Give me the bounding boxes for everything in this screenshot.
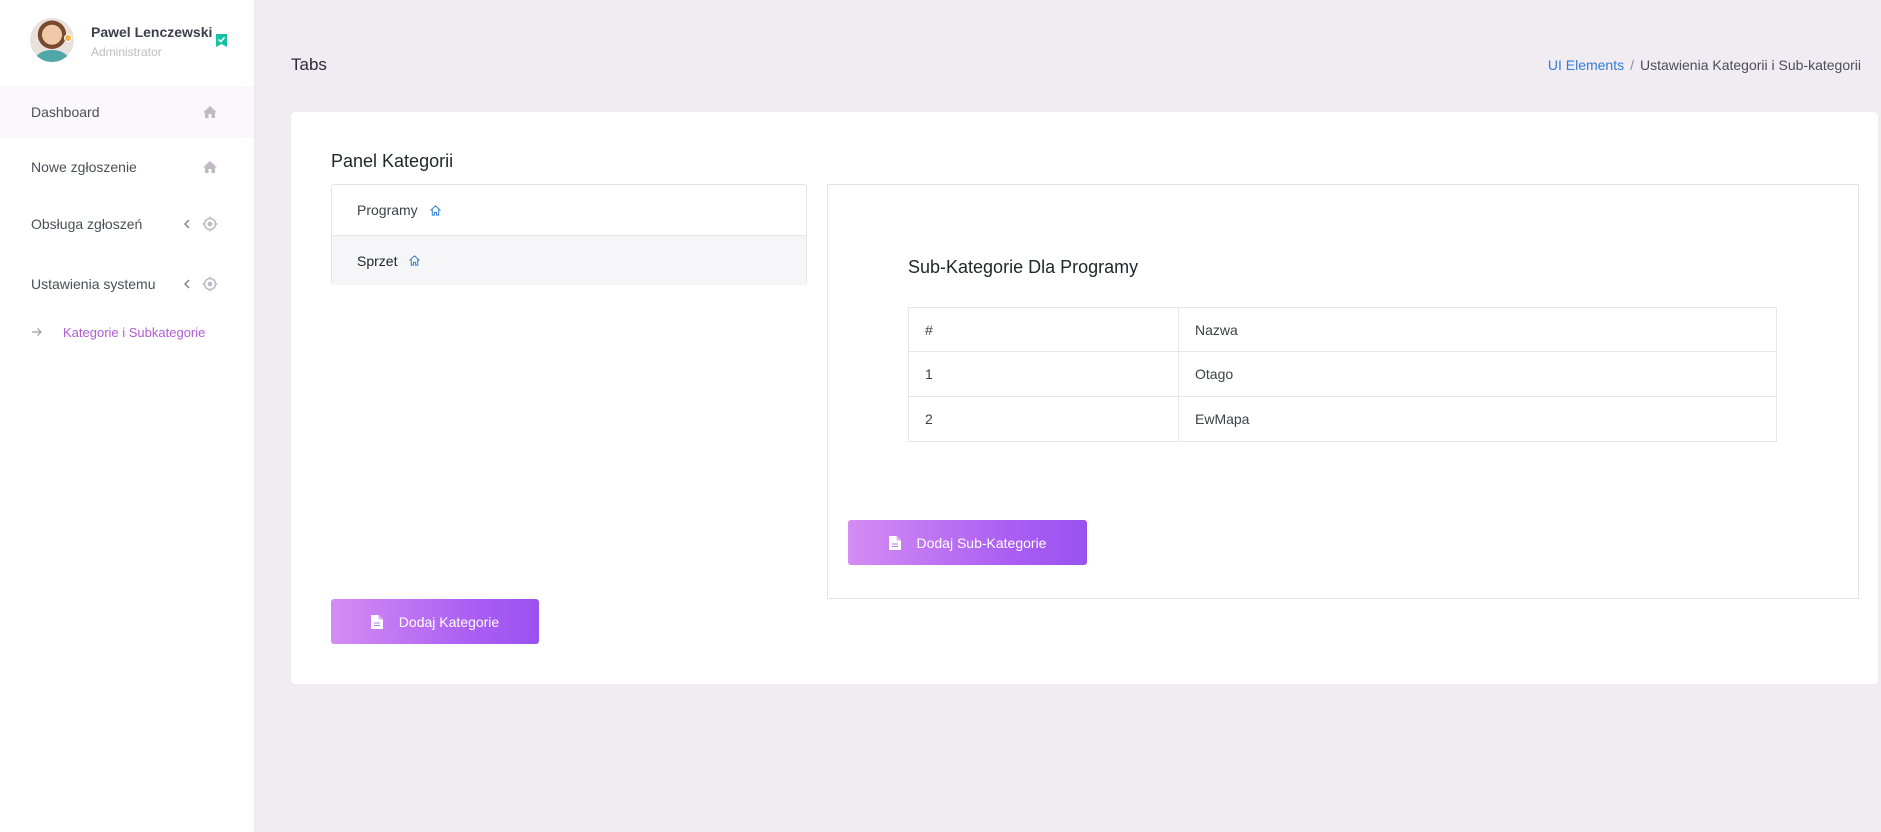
- table-row[interactable]: 1 Otago: [908, 351, 1777, 397]
- home-icon: [203, 161, 217, 173]
- sidebar-item-label: Ustawienia systemu: [31, 276, 156, 292]
- subcategory-panel: Sub-Kategorie Dla Programy # Nazwa 1 Ota…: [827, 184, 1859, 599]
- target-icon: [202, 216, 218, 232]
- category-item-sprzet[interactable]: Sprzet: [332, 235, 806, 285]
- home-outline-icon: [429, 204, 441, 216]
- add-subcategory-label: Dodaj Sub-Kategorie: [916, 534, 1047, 551]
- add-subcategory-button[interactable]: Dodaj Sub-Kategorie: [848, 520, 1087, 565]
- chevron-left-icon: [184, 219, 190, 229]
- document-icon: [370, 614, 383, 629]
- category-label: Sprzet: [357, 252, 398, 269]
- sidebar-item-label: Obsługa zgłoszeń: [31, 216, 143, 232]
- table-header-cell: Nazwa: [1178, 307, 1777, 352]
- breadcrumb: UI Elements / Ustawienia Kategorii i Sub-k…: [1548, 57, 1861, 73]
- table-cell: EwMapa: [1178, 396, 1777, 442]
- add-category-label: Dodaj Kategorie: [398, 613, 500, 630]
- category-list: Programy Sprzet: [331, 184, 807, 285]
- breadcrumb-link-ui-elements[interactable]: UI Elements: [1548, 57, 1624, 73]
- sidebar-item-ustawienia-systemu[interactable]: Ustawienia systemu: [0, 258, 254, 310]
- sidebar-item-nowe-zgloszenie[interactable]: Nowe zgłoszenie: [0, 141, 254, 193]
- home-icon: [203, 106, 217, 118]
- sidebar-item-label: Nowe zgłoszenie: [31, 159, 137, 175]
- panel-title: Panel Kategorii: [331, 151, 454, 171]
- sidebar: Pawel Lenczewski Administrator Dashboard…: [0, 0, 255, 832]
- avatar: [30, 18, 74, 62]
- breadcrumb-separator: /: [1630, 57, 1634, 73]
- table-cell: 1: [908, 351, 1179, 397]
- table-cell: Otago: [1178, 351, 1777, 397]
- status-dot: [64, 34, 72, 42]
- document-icon: [888, 535, 901, 550]
- category-panel-card: Panel Kategorii Programy Sprzet Dodaj Ka…: [291, 112, 1878, 684]
- category-item-programy[interactable]: Programy: [332, 185, 806, 235]
- table-header-cell: #: [908, 307, 1179, 352]
- table-header-row: # Nazwa: [908, 307, 1777, 352]
- sidebar-subitem-kategorie[interactable]: Kategorie i Subkategorie: [31, 322, 205, 342]
- table-cell: 2: [908, 396, 1179, 442]
- category-label: Programy: [357, 202, 418, 218]
- sidebar-item-label: Dashboard: [31, 104, 100, 120]
- user-profile[interactable]: Pawel Lenczewski Administrator: [30, 18, 230, 66]
- chevron-left-icon: [184, 279, 190, 289]
- profile-role: Administrator: [91, 45, 162, 59]
- add-category-button[interactable]: Dodaj Kategorie: [331, 599, 539, 644]
- profile-name: Pawel Lenczewski: [91, 24, 213, 40]
- home-outline-icon: [409, 255, 421, 266]
- sidebar-item-obsluga-zgloszen[interactable]: Obsługa zgłoszeń: [0, 198, 254, 250]
- table-row[interactable]: 2 EwMapa: [908, 396, 1777, 442]
- subcategory-title: Sub-Kategorie Dla Programy: [908, 257, 1139, 277]
- target-icon: [202, 276, 218, 292]
- arrow-right-icon: [32, 328, 42, 336]
- breadcrumb-current: Ustawienia Kategorii i Sub-kategorii: [1640, 57, 1861, 73]
- page-title: Tabs: [291, 55, 327, 74]
- sidebar-subitem-label: Kategorie i Subkategorie: [63, 324, 206, 340]
- sidebar-item-dashboard[interactable]: Dashboard: [0, 86, 254, 138]
- verified-badge-icon: [216, 34, 227, 47]
- subcategory-table: # Nazwa 1 Otago 2 EwMapa: [908, 307, 1777, 442]
